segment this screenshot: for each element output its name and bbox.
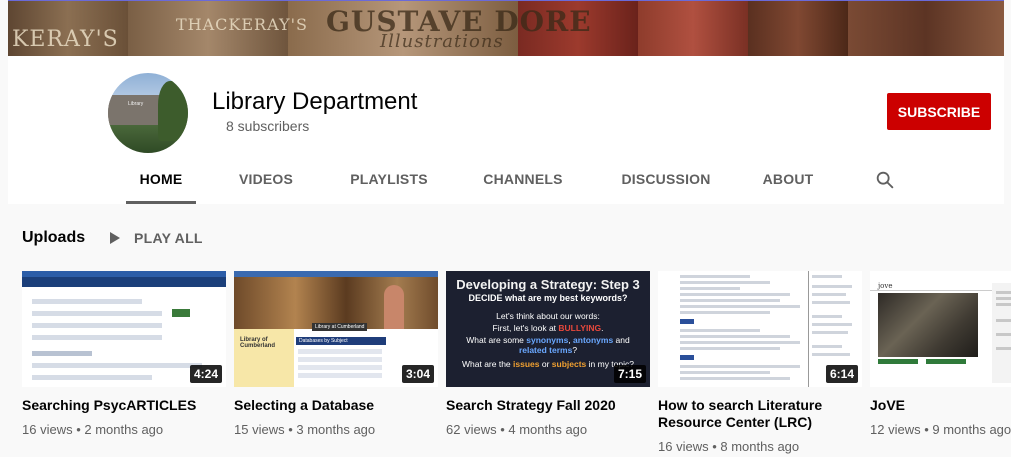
tab-discussion[interactable]: DISCUSSION bbox=[612, 160, 720, 204]
subscriber-count: 8 subscribers bbox=[226, 118, 310, 134]
video-thumbnail[interactable]: 6:14 bbox=[658, 271, 862, 387]
avatar-tree bbox=[158, 81, 188, 141]
tab-channels[interactable]: CHANNELS bbox=[476, 160, 570, 204]
tab-about[interactable]: ABOUT bbox=[756, 160, 820, 204]
subscribe-button[interactable]: SUBSCRIBE bbox=[887, 93, 991, 130]
play-all-label: PLAY ALL bbox=[134, 230, 203, 246]
video-duration: 4:24 bbox=[189, 365, 222, 383]
video-duration: 3:04 bbox=[401, 365, 434, 383]
video-title[interactable]: Search Strategy Fall 2020 bbox=[446, 397, 650, 414]
uploads-shelf: Uploads PLAY ALL 4:24 Searching PsycARTI… bbox=[0, 204, 1011, 457]
channel-name: Library Department bbox=[212, 88, 418, 115]
thumb-text: DECIDE what are my best keywords? bbox=[468, 293, 628, 303]
thumb-text: First, let's look at BULLYING. bbox=[492, 323, 604, 333]
tab-videos[interactable]: VIDEOS bbox=[230, 160, 302, 204]
video-title[interactable]: JoVE bbox=[870, 397, 1011, 414]
video-meta: 62 views • 4 months ago bbox=[446, 422, 588, 437]
channel-banner: KERAY'S THACKERAY'S GUSTAVE DORE Illustr… bbox=[8, 0, 1004, 56]
video-card[interactable]: jove JoVE 12 views • 9 months ago bbox=[870, 271, 1011, 437]
search-icon[interactable] bbox=[874, 169, 896, 191]
channel-header: Library Library Department 8 subscribers… bbox=[8, 56, 1004, 204]
video-title[interactable]: How to search Literature Resource Center… bbox=[658, 397, 862, 431]
video-meta: 15 views • 3 months ago bbox=[234, 422, 376, 437]
channel-tabs: HOME VIDEOS PLAYLISTS CHANNELS DISCUSSIO… bbox=[8, 160, 1004, 204]
play-all-button[interactable]: PLAY ALL bbox=[110, 228, 203, 248]
banner-text: Illustrations bbox=[380, 31, 504, 52]
tab-playlists[interactable]: PLAYLISTS bbox=[343, 160, 435, 204]
thumb-text: Let's think about our words: bbox=[496, 311, 600, 321]
video-meta: 16 views • 2 months ago bbox=[22, 422, 164, 437]
video-thumbnail[interactable]: Library at Cumberland Library of Cumberl… bbox=[234, 271, 438, 387]
video-thumbnail[interactable]: 4:24 bbox=[22, 271, 226, 387]
banner-text: KERAY'S bbox=[12, 27, 119, 52]
thumb-text: Library of Cumberland bbox=[240, 337, 276, 349]
video-thumbnail[interactable]: jove bbox=[870, 271, 1011, 387]
thumb-text: jove bbox=[878, 282, 893, 290]
uploads-heading[interactable]: Uploads bbox=[22, 229, 85, 247]
thumb-text: Databases by Subject bbox=[299, 338, 348, 344]
video-card[interactable]: 4:24 Searching PsycARTICLES 16 views • 2… bbox=[22, 271, 226, 437]
video-meta: 16 views • 8 months ago bbox=[658, 439, 800, 454]
play-icon bbox=[110, 232, 120, 244]
thumb-text: Library at Cumberland bbox=[312, 323, 368, 331]
video-card[interactable]: Developing a Strategy: Step 3 DECIDE wha… bbox=[446, 271, 650, 437]
thumb-text: Developing a Strategy: Step 3 bbox=[456, 277, 640, 292]
banner-text: THACKERAY'S bbox=[176, 15, 308, 34]
avatar[interactable]: Library bbox=[108, 73, 188, 153]
video-card[interactable]: Library at Cumberland Library of Cumberl… bbox=[234, 271, 438, 437]
video-title[interactable]: Selecting a Database bbox=[234, 397, 438, 414]
video-meta: 12 views • 9 months ago bbox=[870, 422, 1011, 437]
video-thumbnail[interactable]: Developing a Strategy: Step 3 DECIDE wha… bbox=[446, 271, 650, 387]
thumb-text: What are some synonyms, antonyms and rel… bbox=[466, 335, 630, 355]
video-duration: 6:14 bbox=[825, 365, 858, 383]
video-title[interactable]: Searching PsycARTICLES bbox=[22, 397, 226, 414]
avatar-label: Library bbox=[128, 101, 144, 107]
video-card[interactable]: 6:14 How to search Literature Resource C… bbox=[658, 271, 862, 454]
video-duration: 7:15 bbox=[613, 365, 646, 383]
tab-home[interactable]: HOME bbox=[126, 160, 196, 204]
